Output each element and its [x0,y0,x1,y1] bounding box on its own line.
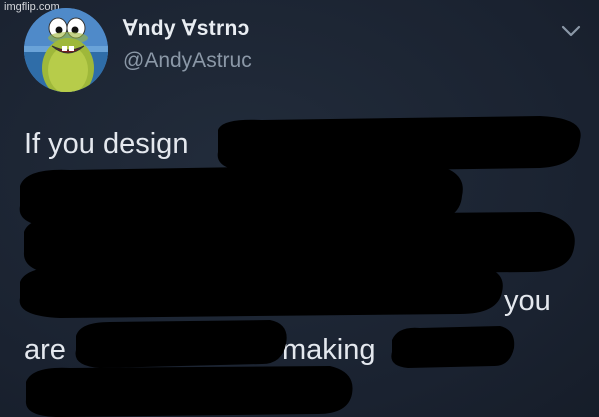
tweet-screenshot: imgflip.com ∀ndy ∀strnɔ @AndyAstruc If y… [0,0,599,417]
redaction-marks [19,116,581,417]
